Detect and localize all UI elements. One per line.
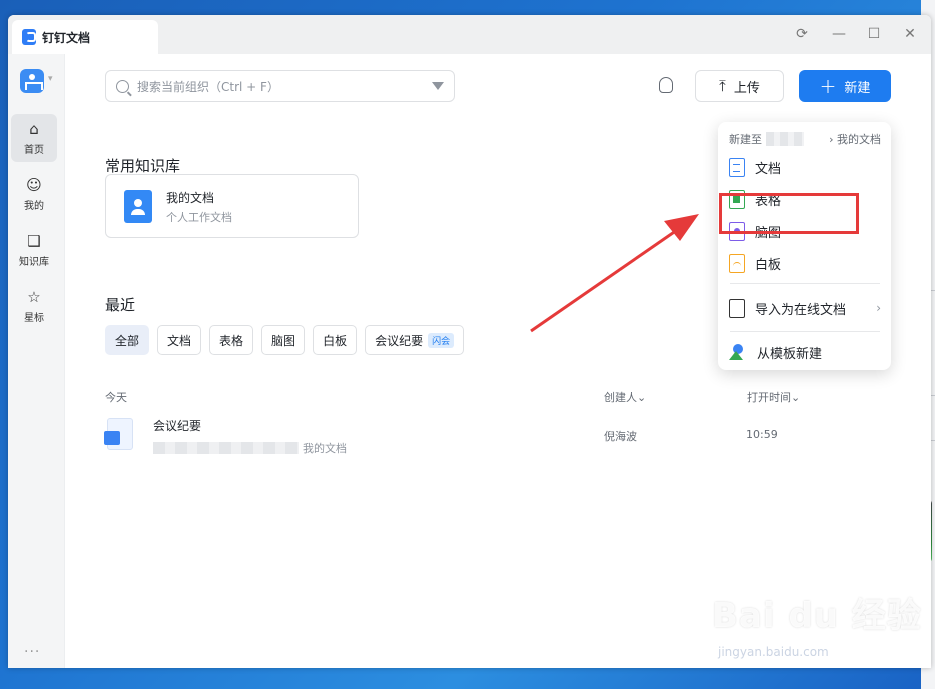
watermark-url: jingyan.baidu.com bbox=[718, 645, 829, 659]
arrow-shaft bbox=[530, 226, 681, 333]
watermark-logo: Bai du 经验 bbox=[712, 596, 922, 636]
annotation-arrow bbox=[530, 214, 699, 333]
app-window: 钉钉文档 ⟳ — ☐ ✕ ▾ ⌂ 首页 ☺ 我的 ❑ 知识库 ☆ 星标 ··· … bbox=[8, 15, 931, 668]
